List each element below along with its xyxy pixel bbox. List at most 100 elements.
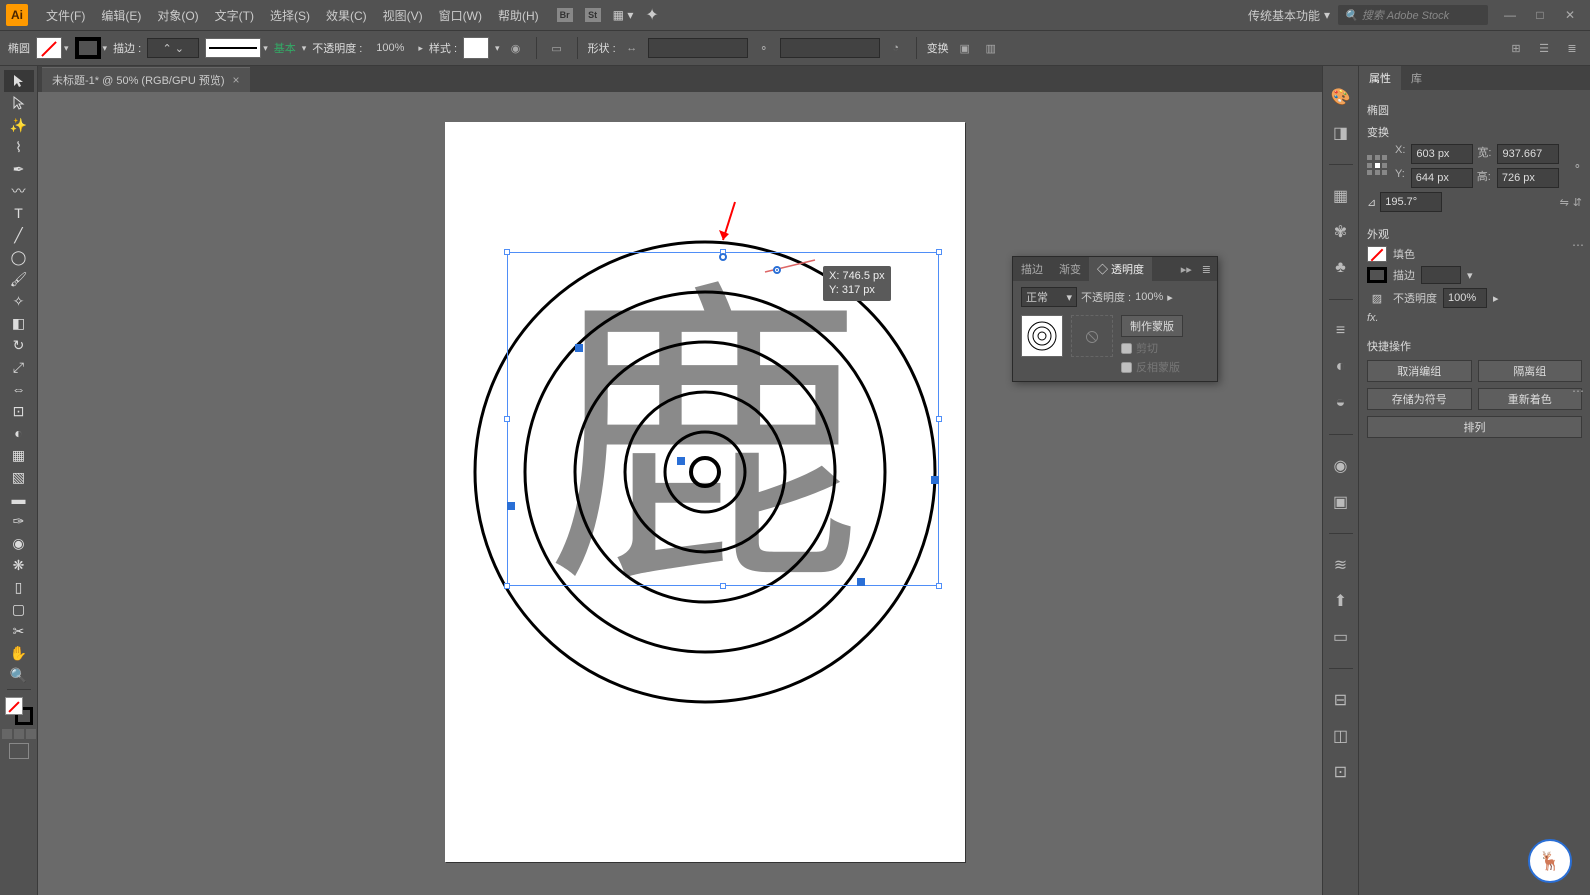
width-tool[interactable]: ⇔ (4, 378, 34, 400)
graphic-styles-icon[interactable]: ▣ (1330, 491, 1352, 513)
flip-h-icon[interactable]: ⇋ (1560, 196, 1569, 209)
qa-isolate[interactable]: 隔离组 (1478, 360, 1583, 382)
screen-mode[interactable] (9, 743, 29, 759)
window-close[interactable]: ✕ (1556, 5, 1584, 25)
symbols-icon[interactable]: ♣ (1330, 257, 1352, 279)
direct-selection-tool[interactable] (4, 92, 34, 114)
graphic-style-swatch[interactable] (463, 37, 489, 59)
arrange-docs-icon[interactable]: ▦ ▾ (613, 8, 634, 22)
menu-effect[interactable]: 效果(C) (318, 7, 375, 24)
ellipse-anchor[interactable] (931, 476, 939, 484)
ellipse-anchor[interactable] (719, 253, 727, 261)
constrain-icon[interactable]: ⚬ (1573, 160, 1582, 173)
color-panel-icon[interactable]: 🎨 (1330, 86, 1352, 108)
selection-tool[interactable] (4, 70, 34, 92)
doc-setup-icon[interactable]: ⊞ (1506, 38, 1526, 58)
opacity-thumb[interactable] (1021, 315, 1063, 357)
prefs-icon[interactable]: ☰ (1534, 38, 1554, 58)
mesh-tool[interactable]: ▧ (4, 466, 34, 488)
isolate-icon[interactable]: ▣ (955, 38, 975, 58)
rotate-tool[interactable]: ↻ (4, 334, 34, 356)
make-mask-button[interactable]: 制作蒙版 (1121, 315, 1183, 337)
ungroup-icon[interactable]: ▥ (981, 38, 1001, 58)
graph-tool[interactable]: ▯ (4, 576, 34, 598)
stroke-weight[interactable] (1421, 266, 1461, 284)
stroke-panel-icon[interactable]: ≡ (1330, 320, 1352, 342)
h-input[interactable]: 726 px (1497, 168, 1559, 188)
ellipse-anchor[interactable] (677, 457, 685, 465)
symbol-sprayer-tool[interactable]: ❋ (4, 554, 34, 576)
fp-tab-gradient[interactable]: 渐变 (1051, 257, 1089, 281)
reference-point[interactable] (1367, 155, 1389, 177)
free-transform-tool[interactable]: ⊡ (4, 400, 34, 422)
layers-icon[interactable]: ≋ (1330, 554, 1352, 576)
align-icon[interactable]: ▭ (547, 38, 567, 58)
menu-type[interactable]: 文字(T) (207, 7, 262, 24)
qa-arrange[interactable]: 排列 (1367, 416, 1582, 438)
window-maximize[interactable]: □ (1526, 5, 1554, 25)
brushes-icon[interactable]: ✾ (1330, 221, 1352, 243)
y-input[interactable]: 644 px (1411, 168, 1473, 188)
stroke-weight-input[interactable]: ⌃ ⌄ (147, 38, 199, 58)
close-tab-icon[interactable]: × (233, 73, 240, 87)
scale-tool[interactable]: ⤢ (4, 356, 34, 378)
fp-tab-transparency[interactable]: ◇ 透明度 (1089, 257, 1152, 281)
magic-wand-tool[interactable]: ✨ (4, 114, 34, 136)
menu-window[interactable]: 窗口(W) (431, 7, 490, 24)
search-input[interactable]: 🔍 搜索 Adobe Stock (1338, 5, 1488, 25)
ellipse-anchor[interactable] (857, 578, 865, 586)
asset-export-icon[interactable]: ⬆ (1330, 590, 1352, 612)
transform-icon[interactable]: ⊡ (1330, 761, 1352, 783)
color-mode-buttons[interactable] (2, 729, 36, 739)
bridge-icon[interactable]: Br (557, 8, 573, 22)
blend-mode-select[interactable]: 正常 ▾ (1021, 287, 1077, 307)
shape-width-icon[interactable]: ↔ (622, 38, 642, 58)
transparency-icon[interactable]: ◒ (1330, 392, 1352, 414)
curvature-tool[interactable]: 〰 (4, 180, 34, 202)
recolor-icon[interactable]: ◉ (506, 38, 526, 58)
qa-save-symbol[interactable]: 存储为符号 (1367, 388, 1472, 410)
fp-opacity-input[interactable]: 100% (1135, 291, 1163, 303)
pie-icon[interactable]: ◔ (886, 38, 906, 58)
swatches-icon[interactable]: ▦ (1330, 185, 1352, 207)
perspective-tool[interactable]: ▦ (4, 444, 34, 466)
type-tool[interactable]: T (4, 202, 34, 224)
stroke-swatch[interactable] (75, 37, 101, 59)
shape-height-input[interactable] (780, 38, 880, 58)
artboard-tool[interactable]: ▢ (4, 598, 34, 620)
brush-def[interactable]: 基本 (274, 40, 296, 56)
fp-tab-stroke[interactable]: 描边 (1013, 257, 1051, 281)
gradient-tool[interactable]: ▬ (4, 488, 34, 510)
canvas[interactable]: 鹿 (38, 92, 1322, 895)
stock-icon[interactable]: St (585, 8, 601, 22)
mask-thumb[interactable]: ⦸ (1071, 315, 1113, 357)
pie-widget[interactable] (773, 266, 781, 274)
menu-file[interactable]: 文件(F) (38, 7, 93, 24)
eraser-tool[interactable]: ◧ (4, 312, 34, 334)
gpu-icon[interactable]: ✦ (645, 5, 658, 25)
menu-help[interactable]: 帮助(H) (490, 7, 547, 24)
shape-builder-tool[interactable]: ◐ (4, 422, 34, 444)
menu-object[interactable]: 对象(O) (149, 7, 206, 24)
qa-recolor[interactable]: 重新着色 (1478, 388, 1583, 410)
fp-collapse-icon[interactable]: ▸▸ (1177, 263, 1196, 276)
slice-tool[interactable]: ✂ (4, 620, 34, 642)
angle-input[interactable]: 195.7° (1380, 192, 1442, 212)
appearance-icon[interactable]: ◉ (1330, 455, 1352, 477)
eyedropper-tool[interactable]: ✑ (4, 510, 34, 532)
gradient-panel-icon[interactable]: ◐ (1330, 356, 1352, 378)
menu-view[interactable]: 视图(V) (375, 7, 431, 24)
transform-label[interactable]: 变换 (927, 40, 949, 56)
opacity-value[interactable]: 100% (1443, 288, 1487, 308)
fill-stroke-swatch[interactable] (5, 697, 33, 725)
stroke-color[interactable] (1367, 267, 1387, 283)
fx-button[interactable]: fx. (1367, 312, 1379, 324)
paintbrush-tool[interactable]: 🖌 (4, 268, 34, 290)
ellipse-anchor[interactable] (575, 344, 583, 352)
zoom-tool[interactable]: 🔍 (4, 664, 34, 686)
window-minimize[interactable]: — (1496, 5, 1524, 25)
fp-menu-icon[interactable]: ≣ (1196, 263, 1217, 276)
qa-ungroup[interactable]: 取消编组 (1367, 360, 1472, 382)
appearance-more[interactable]: ⋯ (1572, 384, 1584, 398)
menu-select[interactable]: 选择(S) (262, 7, 318, 24)
